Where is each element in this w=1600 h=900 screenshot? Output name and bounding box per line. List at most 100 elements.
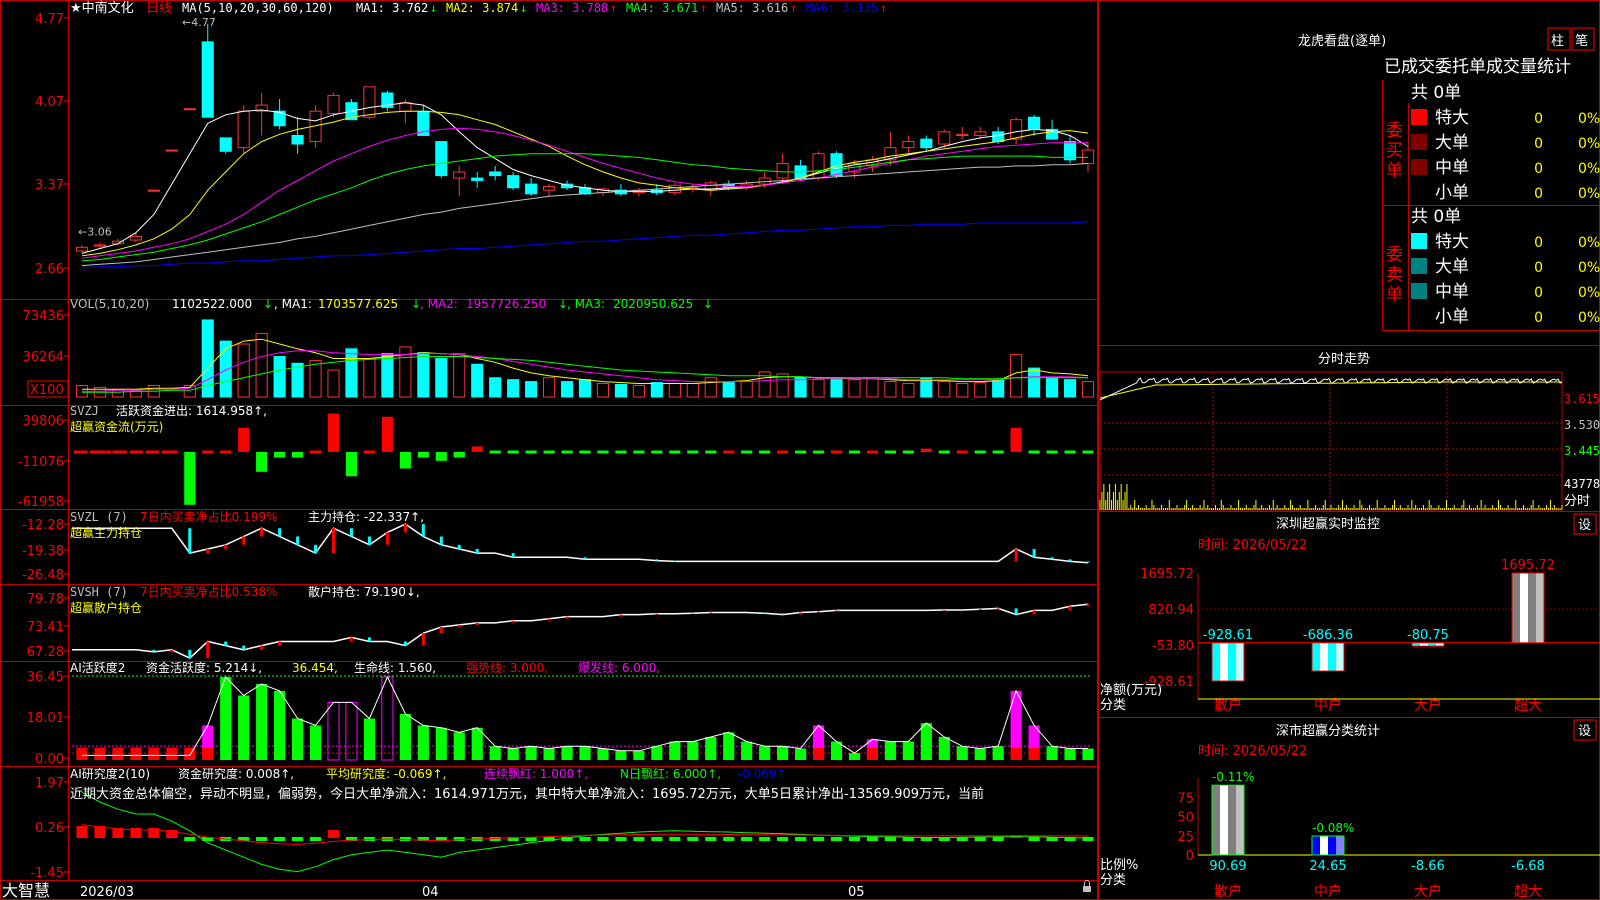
candle <box>435 141 448 177</box>
svsh-chart[interactable] <box>71 603 1090 659</box>
flow-bar <box>256 452 268 472</box>
order-row-label: 中单 <box>1435 282 1469 302</box>
monitor-chart[interactable]: 1695.72 820.94 -53.80 -928.61-928.61 散户 -686.… <box>1100 558 1600 714</box>
price-line <box>1099 377 1563 401</box>
research-bar <box>795 837 807 841</box>
order-side-label: 买 <box>1386 141 1403 161</box>
hold-line <box>71 603 1089 659</box>
order-row-label: 中单 <box>1435 158 1469 178</box>
flow-bar <box>669 450 681 454</box>
activity-bar <box>327 701 340 761</box>
candle <box>471 177 484 181</box>
monitor-bar-大户[interactable]: -80.75 大户 <box>1407 628 1449 714</box>
ma5-line <box>81 162 1089 267</box>
ai2-scroll-text: 近期大资金总体偏空，异动不明显，偏弱势，今日大单净流入：1614.971万元，其… <box>70 786 984 802</box>
flow-bar <box>992 450 1004 454</box>
monitor-title: 深圳超赢实时监控 <box>1276 516 1380 532</box>
research-bar <box>759 837 771 841</box>
classify-ylabel: 比例% <box>1100 858 1138 873</box>
order-color-swatch <box>1411 109 1427 125</box>
flow-bar <box>435 452 447 461</box>
hold-line <box>71 523 1089 564</box>
bar-view-label[interactable]: 柱 <box>1551 34 1564 49</box>
classify-chart[interactable]: 75 50 25 0 -0.11% 90.69 散户 -0.08% 24.65 中户 -8.66 大户… <box>1100 770 1600 900</box>
classify-bar-大户[interactable]: -8.66 大户 <box>1411 859 1445 900</box>
order-row-count: 0 <box>1534 111 1543 127</box>
flow-bar <box>561 450 573 454</box>
volume-chart[interactable] <box>75 319 1095 398</box>
ai1-text4: 强势线: 3.000, <box>466 661 548 675</box>
classify-value: -8.66 <box>1411 859 1445 874</box>
classify-settings-label[interactable]: 设 <box>1578 724 1591 739</box>
volume-bar <box>381 353 394 398</box>
svzl-chart[interactable] <box>71 523 1090 564</box>
volume-bar <box>363 357 376 398</box>
order-row-count: 0 <box>1534 161 1543 177</box>
monitor-bar-中户[interactable]: -686.36 中户 <box>1303 628 1353 714</box>
activity-bar <box>687 741 699 760</box>
svg-text:, MA1:: , MA1: <box>274 297 312 311</box>
ai-research-chart[interactable] <box>76 791 1094 873</box>
monitor-bar-超大[interactable]: 1695.72 超大 <box>1501 558 1555 714</box>
activity-bar <box>615 750 627 760</box>
vol-value: 1102522.000 <box>172 297 252 311</box>
volume-bar <box>525 381 538 398</box>
y-tick: 4.77 <box>35 12 64 27</box>
flow-bar <box>812 450 825 454</box>
classify-bar-中户[interactable]: -0.08% 24.65 中户 <box>1309 821 1354 900</box>
kline-chart[interactable]: ←3.06 ←4.77 <box>75 16 1095 269</box>
monitor-ytick: -53.80 <box>1152 639 1194 654</box>
flow-bar <box>453 452 465 458</box>
activity-bar <box>399 713 411 760</box>
volume-bar <box>902 383 915 398</box>
order-row-label: 小单 <box>1435 183 1469 203</box>
svzj-chart[interactable] <box>74 413 1094 505</box>
kline-header: ★中南文化 日线 MA(5,10,20,30,60,120) MA1: 3.76… <box>70 0 887 16</box>
stock-name[interactable]: ★中南文化 <box>70 0 134 16</box>
activity-bar <box>363 718 375 760</box>
candle <box>489 171 502 177</box>
y-tick: -61958 <box>18 495 64 510</box>
classify-value: 24.65 <box>1309 859 1346 874</box>
volume-bar <box>992 379 1005 398</box>
lock-icon[interactable] <box>1083 880 1091 893</box>
volume-bar <box>1046 377 1059 398</box>
pen-view-label[interactable]: 笔 <box>1575 33 1588 49</box>
research-bar <box>309 837 322 841</box>
order-row-pct: 0% <box>1578 161 1600 177</box>
research-bar <box>274 837 286 841</box>
classify-value: 90.69 <box>1209 859 1246 874</box>
volume-bar <box>291 362 304 398</box>
flow-bar <box>184 452 196 505</box>
y-tick: 67.28 <box>27 645 64 660</box>
y-tick: 0.00 <box>35 752 64 767</box>
classify-top-label: -0.11% <box>1212 770 1254 784</box>
ai1-text5: 爆发线: 6.000, <box>578 660 660 675</box>
monitor-settings-label[interactable]: 设 <box>1578 518 1591 533</box>
order-stats-tabs[interactable]: 已成交委托单成交量统计 <box>1384 57 1571 77</box>
y-tick: 79.78 <box>27 592 64 607</box>
brand-label: 大智慧 <box>2 881 50 900</box>
candle <box>93 244 107 247</box>
research-bar <box>705 837 717 841</box>
activity-bar <box>597 748 609 760</box>
monitor-bar-散户[interactable]: -928.61 散户 <box>1203 628 1253 714</box>
research-bar <box>669 837 681 841</box>
activity-bar <box>759 746 771 760</box>
flow-bar <box>902 450 914 454</box>
period-label[interactable]: 日线 <box>146 1 172 16</box>
ai2-text2: 平均研究度: -0.069↑, <box>326 766 446 781</box>
avg-line <box>1099 381 1562 399</box>
classify-bar-散户[interactable]: -0.11% 90.69 散户 <box>1209 770 1254 900</box>
order-color-swatch <box>1411 233 1427 249</box>
svg-text:↑: ↑ <box>790 1 797 15</box>
activity-bar <box>525 746 537 760</box>
intraday-chart[interactable]: 3.615 3.530 3.445 43778 分时 <box>1099 371 1600 511</box>
monitor-cat: 中户 <box>1314 697 1342 714</box>
y-tick: 18.01 <box>27 711 64 726</box>
intraday-vol-tick: 43778 <box>1564 477 1600 491</box>
ai-activity-chart[interactable] <box>72 675 1094 761</box>
volume-bar <box>722 382 735 398</box>
activity-bar <box>974 748 986 760</box>
classify-bar-超大[interactable]: -6.68 超大 <box>1511 859 1545 900</box>
